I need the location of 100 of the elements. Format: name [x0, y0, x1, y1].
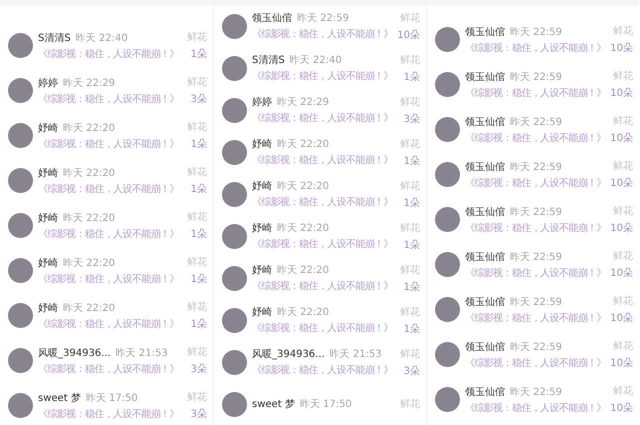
avatar-placeholder — [435, 387, 460, 412]
gift-count: 3朵 — [190, 92, 207, 106]
avatar-placeholder — [435, 27, 460, 52]
timestamp: 昨天 22:40 — [76, 32, 128, 44]
gift-label: 鲜花 — [187, 76, 207, 89]
user-name: 妤崎 — [252, 306, 272, 319]
timestamp: 昨天 22:29 — [63, 76, 115, 90]
gift-count: 10朵 — [610, 86, 633, 100]
timestamp: 昨天 22:59 — [510, 70, 562, 84]
book-title: 《综影视：稳住，人设不能崩！》 — [465, 42, 607, 54]
book-title: 《综影视：稳住，人设不能崩！》 — [38, 318, 180, 330]
book-title: 《综影视：稳住，人设不能崩！》 — [465, 132, 607, 144]
gift-label: 鲜花 — [187, 256, 207, 269]
timestamp: 昨天 22:59 — [297, 12, 349, 25]
avatar-placeholder — [8, 303, 33, 328]
gift-label: 鲜花 — [187, 166, 207, 179]
avatar-placeholder — [222, 350, 247, 374]
timestamp: 昨天 22:20 — [63, 166, 115, 180]
gift-count: 10朵 — [610, 312, 633, 325]
timestamp: 昨天 22:59 — [510, 26, 562, 38]
timestamp: 昨天 17:50 — [86, 392, 138, 404]
user-name: 领玉仙倌 — [465, 70, 505, 84]
user-name: sweet 梦 — [38, 392, 81, 404]
gift-label: 鲜花 — [187, 210, 207, 224]
avatar-placeholder — [222, 14, 247, 38]
book-title: 《综影视：稳住，人设不能崩！》 — [465, 356, 607, 370]
timestamp: 昨天 22:20 — [277, 222, 329, 235]
avatar-placeholder — [435, 162, 460, 187]
user-name: sweet 梦 — [252, 398, 295, 411]
timestamp: 昨天 22:59 — [510, 386, 562, 398]
gift-label: 鲜花 — [400, 180, 420, 192]
book-title: 《综影视：稳住，人设不能崩！》 — [38, 138, 180, 150]
gift-count: 1朵 — [190, 182, 207, 196]
user-name: 婷婷 — [38, 76, 58, 90]
gift-count: 1朵 — [190, 272, 207, 286]
timestamp: 昨天 22:59 — [510, 160, 562, 174]
book-title: 《综影视：稳住，人设不能崩！》 — [38, 408, 180, 420]
gift-label: 鲜花 — [400, 222, 420, 234]
gift-count: 1朵 — [404, 322, 420, 336]
gift-count: 1朵 — [404, 238, 420, 252]
book-title: 《综影视：稳住，人设不能崩！》 — [38, 272, 180, 286]
gift-count: 10朵 — [610, 356, 633, 370]
timestamp: 昨天 22:59 — [510, 206, 562, 218]
avatar-placeholder — [222, 392, 247, 416]
timestamp: 昨天 22:59 — [510, 340, 562, 354]
book-title: 《综影视：稳住，人设不能崩！》 — [252, 238, 394, 251]
book-title: 《综影视：稳住，人设不能崩！》 — [38, 182, 180, 196]
gift-count: 1朵 — [404, 196, 420, 210]
gift-label: 鲜花 — [613, 294, 633, 308]
avatar-placeholder — [8, 33, 33, 58]
user-name: 妤崎 — [252, 264, 272, 277]
avatar-placeholder — [435, 342, 460, 367]
book-title: 《综影视：稳住，人设不能崩！》 — [465, 176, 607, 190]
gift-label: 鲜花 — [613, 250, 633, 263]
gift-count: 10朵 — [397, 28, 420, 42]
avatar-placeholder — [8, 393, 33, 418]
user-name: 领玉仙倌 — [252, 12, 292, 25]
avatar-placeholder — [8, 213, 33, 238]
book-title: 《综影视：稳住，人设不能崩！》 — [465, 266, 607, 280]
avatar-placeholder — [222, 224, 247, 248]
gift-label: 鲜花 — [400, 264, 420, 276]
avatar-placeholder — [8, 78, 33, 103]
gift-count: 1朵 — [404, 154, 420, 168]
timestamp: 昨天 17:50 — [300, 398, 352, 411]
avatar-placeholder — [222, 308, 247, 332]
book-title: 《综影视：稳住，人设不能崩！》 — [38, 362, 180, 376]
user-name: 领玉仙倌 — [465, 250, 505, 264]
timestamp: 昨天 22:40 — [290, 54, 342, 67]
gift-count: 1朵 — [404, 280, 420, 294]
gift-count: 3朵 — [190, 362, 207, 376]
timestamp: 昨天 22:20 — [63, 302, 115, 314]
gift-label: 鲜花 — [187, 390, 207, 404]
user-name: 妤崎 — [252, 222, 272, 235]
gift-label: 鲜花 — [400, 398, 420, 411]
gift-count: 10朵 — [610, 222, 633, 235]
user-name: 妤崎 — [38, 212, 58, 224]
user-name: 领玉仙倌 — [465, 160, 505, 174]
gift-count: 3朵 — [404, 364, 420, 378]
user-name: 领玉仙倌 — [465, 296, 505, 308]
book-title: 《综影视：稳住，人设不能崩！》 — [252, 196, 394, 209]
timestamp: 昨天 22:20 — [63, 212, 115, 224]
gift-label: 鲜花 — [400, 54, 420, 66]
avatar-placeholder — [8, 168, 33, 193]
user-name: 妤崎 — [38, 302, 58, 314]
gift-label: 鲜花 — [187, 300, 207, 314]
timestamp: 昨天 21:53 — [330, 348, 382, 361]
gift-label: 鲜花 — [613, 204, 633, 218]
timestamp: 昨天 22:59 — [510, 116, 562, 128]
timestamp: 昨天 22:20 — [63, 122, 115, 134]
gift-count: 1朵 — [190, 48, 207, 61]
book-title: 《综影视：稳住，人设不能崩！》 — [38, 92, 180, 106]
timestamp: 昨天 22:20 — [277, 180, 329, 193]
avatar-placeholder — [435, 207, 460, 232]
gift-label: 鲜花 — [187, 30, 207, 44]
user-name: S清清S — [252, 54, 285, 67]
avatar-placeholder — [222, 182, 247, 206]
user-name: 领玉仙倌 — [465, 340, 505, 354]
gift-label: 鲜花 — [613, 114, 633, 128]
book-title: 《综影视：稳住，人设不能崩！》 — [465, 312, 607, 324]
avatar-placeholder — [222, 140, 247, 164]
